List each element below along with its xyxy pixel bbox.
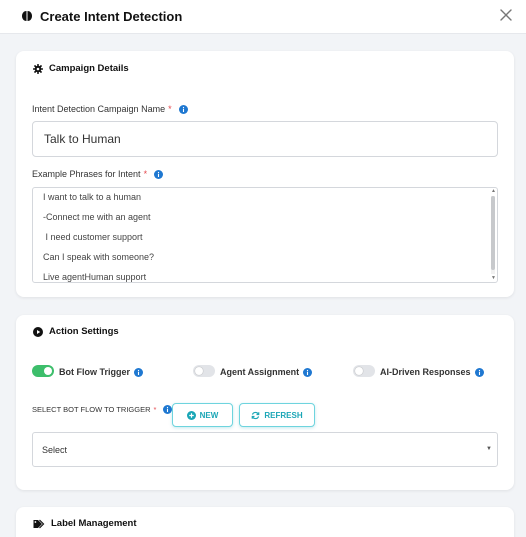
phrase-line: -Connect me with an agent bbox=[43, 212, 151, 222]
info-icon[interactable] bbox=[154, 169, 164, 179]
info-icon[interactable] bbox=[178, 104, 188, 114]
bot-flow-select[interactable]: Select ▼ bbox=[32, 432, 498, 467]
tags-icon bbox=[33, 519, 45, 528]
bot-flow-trigger-toggle[interactable] bbox=[32, 365, 54, 377]
bot-flow-trigger-label: Bot Flow Trigger bbox=[59, 367, 143, 377]
new-button[interactable]: NEW bbox=[172, 403, 233, 427]
example-phrases-label: Example Phrases for Intent * bbox=[32, 169, 164, 179]
bot-flow-select-value: Select bbox=[42, 445, 68, 455]
scroll-down-arrow[interactable]: ▼ bbox=[491, 276, 496, 281]
play-circle-icon bbox=[33, 326, 43, 337]
label-management-card: Label Management bbox=[16, 507, 514, 537]
refresh-button[interactable]: REFRESH bbox=[239, 403, 315, 427]
required-mark: * bbox=[153, 405, 157, 414]
chevron-down-icon: ▼ bbox=[486, 446, 492, 452]
action-settings-card: Action Settings Bot Flow Trigger Agent A… bbox=[16, 315, 514, 490]
label-management-heading: Label Management bbox=[33, 518, 137, 529]
phrase-line: I want to talk to a human bbox=[43, 192, 142, 202]
campaign-details-heading: Campaign Details bbox=[33, 63, 129, 74]
info-icon[interactable] bbox=[134, 367, 143, 377]
agent-assignment-label: Agent Assignment bbox=[220, 367, 313, 377]
refresh-icon bbox=[252, 411, 260, 419]
phrase-line: Can I speak with someone? bbox=[43, 252, 155, 262]
close-icon[interactable] bbox=[498, 7, 514, 23]
action-settings-heading: Action Settings bbox=[33, 326, 119, 337]
select-bot-flow-label: SELECT BOT FLOW TO TRIGGER * bbox=[32, 405, 173, 414]
example-phrases-textarea[interactable]: I want to talk to a human -Connect me wi… bbox=[32, 187, 498, 283]
scrollbar-thumb[interactable] bbox=[491, 196, 495, 270]
required-mark: * bbox=[143, 169, 148, 179]
phrase-line: I need customer support bbox=[43, 232, 143, 242]
brain-icon bbox=[22, 11, 32, 21]
phrase-line: Live agentHuman support bbox=[43, 272, 147, 282]
ai-driven-responses-toggle[interactable] bbox=[353, 365, 375, 377]
required-mark: * bbox=[168, 104, 172, 114]
info-icon[interactable] bbox=[474, 367, 484, 377]
agent-assignment-toggle[interactable] bbox=[193, 365, 215, 377]
gear-icon bbox=[33, 63, 43, 74]
campaign-name-input[interactable] bbox=[32, 121, 498, 157]
campaign-name-label: Intent Detection Campaign Name * bbox=[32, 104, 188, 114]
info-icon[interactable] bbox=[303, 367, 313, 377]
modal-title: Create Intent Detection bbox=[40, 9, 183, 24]
plus-circle-icon bbox=[186, 410, 196, 420]
ai-driven-responses-label: AI-Driven Responses bbox=[380, 367, 484, 377]
modal-header: Create Intent Detection bbox=[0, 0, 526, 34]
scroll-up-arrow[interactable]: ▲ bbox=[491, 189, 496, 194]
campaign-details-card: Campaign Details Intent Detection Campai… bbox=[16, 51, 514, 297]
